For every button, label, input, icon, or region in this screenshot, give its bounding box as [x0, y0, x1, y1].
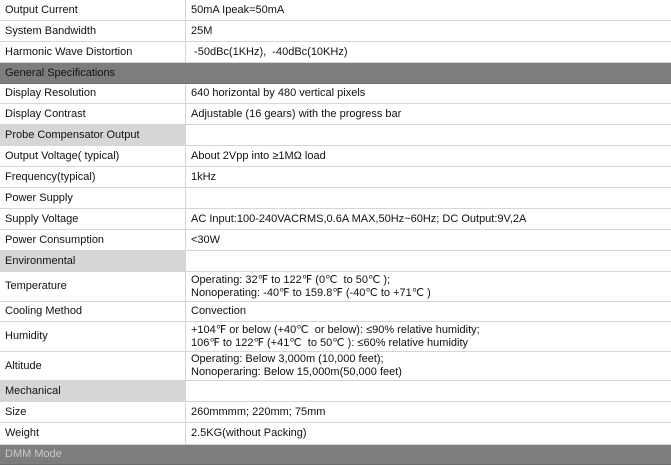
subsection-label: Environmental [0, 251, 186, 271]
spec-value: 1kHz [186, 167, 671, 187]
subsection-header: Mechanical [0, 381, 671, 402]
spec-value: Operating: 32℉ to 122℉ (0℃ to 50℃ ); Nono… [186, 272, 671, 301]
spec-value-line: Adjustable (16 gears) with the progress … [191, 107, 402, 120]
spec-label: Frequency(typical) [0, 167, 186, 187]
spec-value-line: 25M [191, 24, 213, 37]
subsection-label: Probe Compensator Output [0, 125, 186, 145]
subsection-header: Probe Compensator Output [0, 125, 671, 146]
spec-value-line: 50mA Ipeak=50mA [191, 3, 285, 16]
spec-row: Size 260mmmm; 220mm; 75mm [0, 402, 671, 423]
spec-label: Output Voltage( typical) [0, 146, 186, 166]
subsection-header: Environmental [0, 251, 671, 272]
spec-value-line: About 2Vpp into ≥1MΩ load [191, 149, 326, 162]
spec-value: 2.5KG(without Packing) [186, 423, 671, 444]
spec-label: Cooling Method [0, 302, 186, 321]
spec-value: 640 horizontal by 480 vertical pixels [186, 84, 671, 103]
spec-value: Adjustable (16 gears) with the progress … [186, 104, 671, 124]
spec-row: Weight 2.5KG(without Packing) [0, 423, 671, 445]
spec-row: Display Contrast Adjustable (16 gears) wi… [0, 104, 671, 125]
spec-row: Output Current 50mA Ipeak=50mA [0, 0, 671, 21]
spec-value-line: 106℉ to 122℉ (+41℃ to 50℃ ): ≤60% relati… [191, 336, 469, 349]
spec-label: Harmonic Wave Distortion [0, 42, 186, 62]
spec-row: Power Consumption <30W [0, 230, 671, 251]
spec-value-line: Nonoperaring: Below 15,000m(50,000 feet) [191, 366, 402, 378]
spec-label: System Bandwidth [0, 21, 186, 41]
spec-value: Convection [186, 302, 671, 321]
spec-row: Frequency(typical) 1kHz [0, 167, 671, 188]
section-header: DMM Mode [0, 445, 671, 465]
spec-label: Power Consumption [0, 230, 186, 250]
spec-value: -50dBc(1KHz), -40dBc(10KHz) [186, 42, 671, 62]
spec-label: Humidity [0, 322, 186, 351]
spec-value-line: Operating: 32℉ to 122℉ (0℃ to 50℃ ); [191, 273, 391, 286]
spec-label: Power Supply [0, 188, 186, 208]
spec-row: Harmonic Wave Distortion -50dBc(1KHz), -… [0, 42, 671, 63]
spec-row: Temperature Operating: 32℉ to 122℉ (0℃ to… [0, 272, 671, 302]
spec-row: Altitude Operating: Below 3,000m (10,000 … [0, 352, 671, 381]
spec-value: +104℉ or below (+40℃ or below): ≤90% rel… [186, 322, 671, 351]
spec-value-line: 260mmmm; 220mm; 75mm [191, 405, 326, 418]
spec-label: Altitude [0, 352, 186, 380]
spec-label: Size [0, 402, 186, 422]
spec-value [186, 125, 671, 145]
spec-label: Output Current [0, 0, 186, 20]
spec-row: Humidity +104℉ or below (+40℃ or below): … [0, 322, 671, 352]
spec-value: 25M [186, 21, 671, 41]
spec-value: <30W [186, 230, 671, 250]
spec-label: Display Resolution [0, 84, 186, 103]
spec-value: AC Input:100-240VACRMS,0.6A MAX,50Hz~60H… [186, 209, 671, 229]
spec-value: Operating: Below 3,000m (10,000 feet); No… [186, 352, 671, 380]
spec-value [186, 251, 671, 271]
spec-value-line: AC Input:100-240VACRMS,0.6A MAX,50Hz~60H… [191, 212, 527, 225]
spec-label: Weight [0, 423, 186, 444]
spec-row: System Bandwidth 25M [0, 21, 671, 42]
spec-value-line: Nonoperating: -40℉ to 159.8℉ (-40℃ to +7… [191, 286, 431, 299]
spec-value-line: 1kHz [191, 170, 217, 183]
spec-value-line: 2.5KG(without Packing) [191, 427, 307, 439]
spec-value-line: 640 horizontal by 480 vertical pixels [191, 87, 366, 99]
spec-value-line: -50dBc(1KHz), -40dBc(10KHz) [191, 45, 348, 58]
spec-value-line: <30W [191, 233, 221, 246]
spec-row: Power Supply [0, 188, 671, 209]
spec-value-line: Operating: Below 3,000m (10,000 feet); [191, 353, 384, 365]
spec-value-line: Convection [191, 305, 247, 317]
section-header-label: DMM Mode [5, 448, 62, 460]
spec-row: Output Voltage( typical) About 2Vpp into … [0, 146, 671, 167]
subsection-label: Mechanical [0, 381, 186, 401]
spec-label: Supply Voltage [0, 209, 186, 229]
spec-value: About 2Vpp into ≥1MΩ load [186, 146, 671, 166]
spec-value [186, 381, 671, 401]
spec-value-line: +104℉ or below (+40℃ or below): ≤90% rel… [191, 323, 480, 336]
spec-value: 260mmmm; 220mm; 75mm [186, 402, 671, 422]
section-header: General Specifications [0, 63, 671, 84]
spec-label: Display Contrast [0, 104, 186, 124]
spec-row: Supply Voltage AC Input:100-240VACRMS,0.6… [0, 209, 671, 230]
spec-row: Display Resolution 640 horizontal by 480 … [0, 84, 671, 104]
section-header-label: General Specifications [5, 66, 116, 79]
spec-value [186, 188, 671, 208]
spec-label: Temperature [0, 272, 186, 301]
spec-value: 50mA Ipeak=50mA [186, 0, 671, 20]
spec-row: Cooling Method Convection [0, 302, 671, 322]
